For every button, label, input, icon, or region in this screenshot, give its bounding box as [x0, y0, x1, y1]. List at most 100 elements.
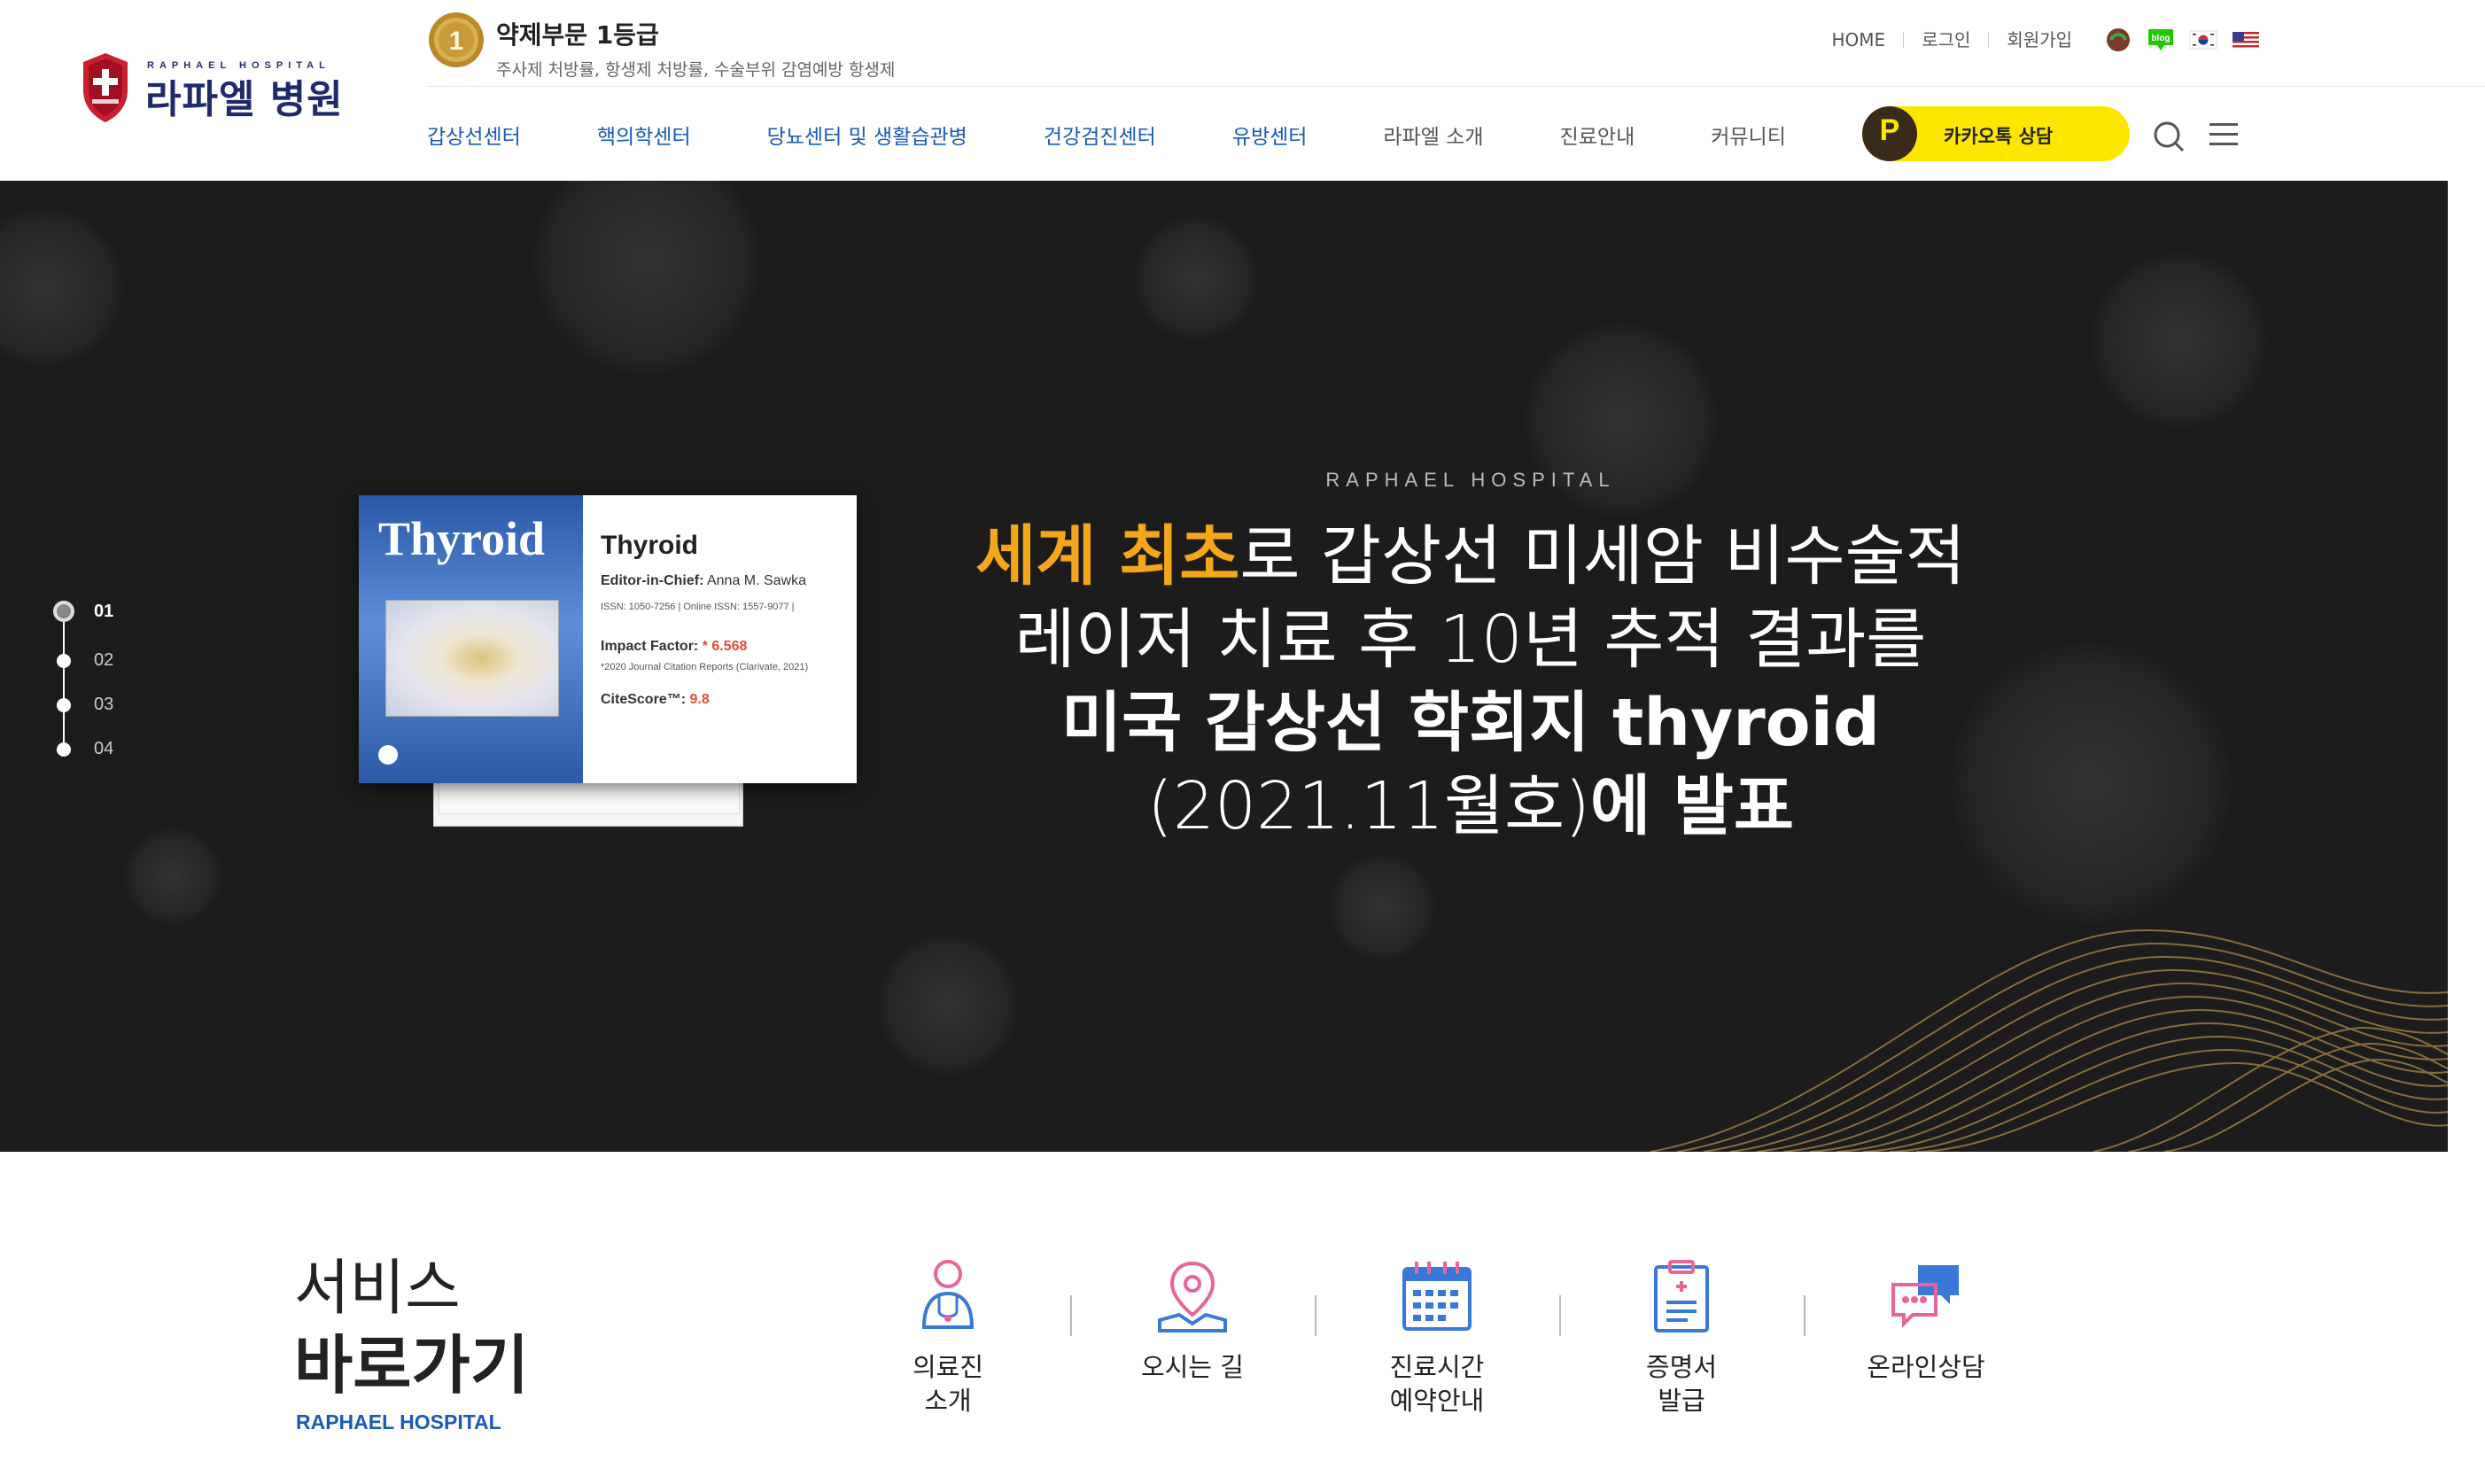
service-title-bold: 바로가기 [294, 1328, 529, 1402]
blog-icon-label: blog [2151, 34, 2170, 43]
editor-label: Editor-in-Chief: [601, 573, 704, 588]
kakao-consult-label: 카카오톡 상담 [1944, 126, 2054, 147]
slide-pager: 01 02 03 04 [51, 597, 158, 774]
location-pin-icon [1158, 1261, 1227, 1332]
service-certificate[interactable]: 증명서 발급 [1593, 1256, 1770, 1418]
impact-factor-row: Impact Factor: * 6.568 [601, 639, 808, 655]
cite-value: 9.8 [689, 692, 710, 707]
bokeh-light [1134, 216, 1258, 340]
pager-dot[interactable] [57, 698, 71, 712]
nav-health-checkup-center[interactable]: 건강검진센터 [1044, 120, 1156, 150]
bokeh-light [2091, 252, 2268, 429]
header-divider [427, 86, 2485, 87]
bokeh-light [0, 207, 124, 367]
bokeh-light [1329, 854, 1435, 960]
pager-number[interactable]: 04 [94, 739, 113, 759]
impact-value: * 6.568 [702, 639, 748, 654]
service-online-consult[interactable]: 온라인상담 [1837, 1256, 2015, 1384]
pager-dot[interactable] [57, 742, 71, 757]
pager-number[interactable]: 02 [94, 650, 113, 671]
search-icon[interactable] [2151, 119, 2186, 154]
service-directions[interactable]: 오시는 길 [1104, 1256, 1281, 1384]
service-separator [1804, 1295, 1806, 1336]
service-hours-reservation[interactable]: 진료시간 예약안내 [1348, 1256, 1526, 1418]
medal-number: 1 [449, 27, 464, 56]
doctor-icon [921, 1260, 975, 1329]
citescore-row: CiteScore™: 9.8 [601, 692, 808, 708]
journal-cover: Thyroid [359, 495, 583, 783]
service-label: 의료진 소개 [912, 1352, 984, 1416]
impact-label: Impact Factor: [601, 639, 699, 654]
journal-info: Thyroid Editor-in-Chief: Anna M. Sawka I… [601, 531, 808, 708]
hero-line-2: 레이저 치료 후 10년 추적 결과를 [1014, 602, 1927, 678]
korea-flag-icon[interactable] [2189, 26, 2217, 54]
gold-medal-icon: 1 [429, 12, 484, 67]
shield-logo-icon [83, 53, 128, 122]
service-label: 진료시간 예약안내 [1389, 1352, 1485, 1416]
pager-number-active[interactable]: 01 [94, 602, 113, 622]
journal-issn: ISSN: 1050-7256 | Online ISSN: 1557-9077… [601, 602, 795, 612]
clipboard-icon [1654, 1260, 1709, 1332]
service-doctors[interactable]: 의료진 소개 [859, 1256, 1037, 1418]
hero-eyebrow: RAPHAEL HOSPITAL [1325, 469, 1616, 491]
thyroid-journal-card: Thyroid Thyroid Editor-in-Chief: Anna M.… [359, 495, 857, 827]
hero-line-4-bold: 에 발표 [1589, 768, 1794, 844]
blog-icon[interactable]: blog [2147, 26, 2175, 54]
nav-diabetes-center[interactable]: 당뇨센터 및 생활습관병 [767, 120, 967, 150]
award-title: 약제부문 1등급 [496, 20, 659, 50]
nav-nuclear-medicine-center[interactable]: 핵의학센터 [597, 120, 691, 150]
cite-label: CiteScore™: [601, 692, 687, 707]
journal-card-face: Thyroid Thyroid Editor-in-Chief: Anna M.… [359, 495, 857, 783]
hero-slider: 01 02 03 04 Thyroid Thyroid Editor-in-Ch… [0, 181, 2448, 1152]
raphael-round-icon[interactable] [2104, 26, 2132, 54]
service-separator [1070, 1295, 1072, 1336]
hero-highlight: 세계 최초 [975, 518, 1240, 594]
calendar-icon [1402, 1262, 1472, 1331]
utility-nav: HOME 로그인 회원가입 blog [1814, 25, 2261, 55]
bokeh-light [877, 934, 1019, 1076]
award-description: 주사제 처방률, 항생제 처방률, 수술부위 감염예방 항생제 [496, 60, 896, 80]
hero-headline: RAPHAEL HOSPITAL 세계 최초로 갑상선 미세암 비수술적 레이저… [895, 469, 2046, 848]
nav-thyroid-center[interactable]: 갑상선센터 [427, 120, 521, 150]
editor-name: Anna M. Sawka [706, 573, 807, 588]
service-label: 온라인상담 [1867, 1352, 1985, 1382]
hero-line-1: 세계 최초로 갑상선 미세암 비수술적 [895, 515, 2046, 598]
service-separator [1315, 1295, 1316, 1336]
nav-about[interactable]: 라파엘 소개 [1383, 120, 1483, 150]
home-link[interactable]: HOME [1814, 31, 1905, 49]
pager-dot-active[interactable] [53, 601, 74, 622]
nav-breast-center[interactable]: 유방센터 [1232, 120, 1308, 150]
hospital-logo[interactable]: RAPHAEL HOSPITAL 라파엘 병원 [80, 50, 346, 124]
hamburger-menu-icon[interactable] [2208, 120, 2240, 149]
journal-editor-row: Editor-in-Chief: Anna M. Sawka [601, 573, 808, 589]
service-label: 증명서 발급 [1645, 1352, 1718, 1416]
hero-line-4: (2021.11월호)에 발표 [895, 765, 2046, 848]
usa-flag-icon[interactable] [2232, 26, 2260, 54]
impact-note: *2020 Journal Citation Reports (Clarivat… [601, 662, 809, 672]
logo-name: 라파엘 병원 [145, 77, 344, 122]
site-header: RAPHAEL HOSPITAL 라파엘 병원 1 약제부문 1등급 주사제 처… [0, 0, 2485, 181]
pager-number[interactable]: 03 [94, 695, 113, 715]
hero-line-4-date: (2021.11월호) [1147, 768, 1590, 844]
login-link[interactable]: 로그인 [1904, 31, 1990, 49]
kakao-consult-button[interactable]: P 카카오톡 상담 [1862, 106, 2130, 161]
kakao-icon-letter: P [1879, 113, 1900, 147]
journal-title: Thyroid [601, 531, 698, 560]
bokeh-light [124, 827, 221, 925]
journal-cover-title: Thyroid [378, 512, 546, 565]
gold-wave-lines [1650, 928, 2448, 1152]
kakao-plus-icon: P [1862, 106, 1917, 161]
bokeh-light [532, 181, 762, 376]
journal-publisher-logo-icon [378, 745, 398, 765]
hero-line-3: 미국 갑상선 학회지 thyroid [1061, 685, 1880, 761]
signup-link[interactable]: 회원가입 [1989, 31, 2090, 49]
pager-line [63, 611, 65, 744]
journal-cover-image [385, 600, 559, 717]
main-nav: 갑상선센터 핵의학센터 당뇨센터 및 생활습관병 건강검진센터 유방센터 라파엘… [427, 119, 1862, 151]
nav-guide[interactable]: 진료안내 [1560, 120, 1635, 150]
hero-line-1-rest: 로 갑상선 미세암 비수술적 [1239, 518, 1966, 594]
nav-community[interactable]: 커뮤니티 [1711, 120, 1786, 150]
pager-dot[interactable] [57, 654, 71, 668]
service-subtitle: RAPHAEL HOSPITAL [296, 1410, 501, 1433]
service-label: 오시는 길 [1141, 1352, 1244, 1382]
